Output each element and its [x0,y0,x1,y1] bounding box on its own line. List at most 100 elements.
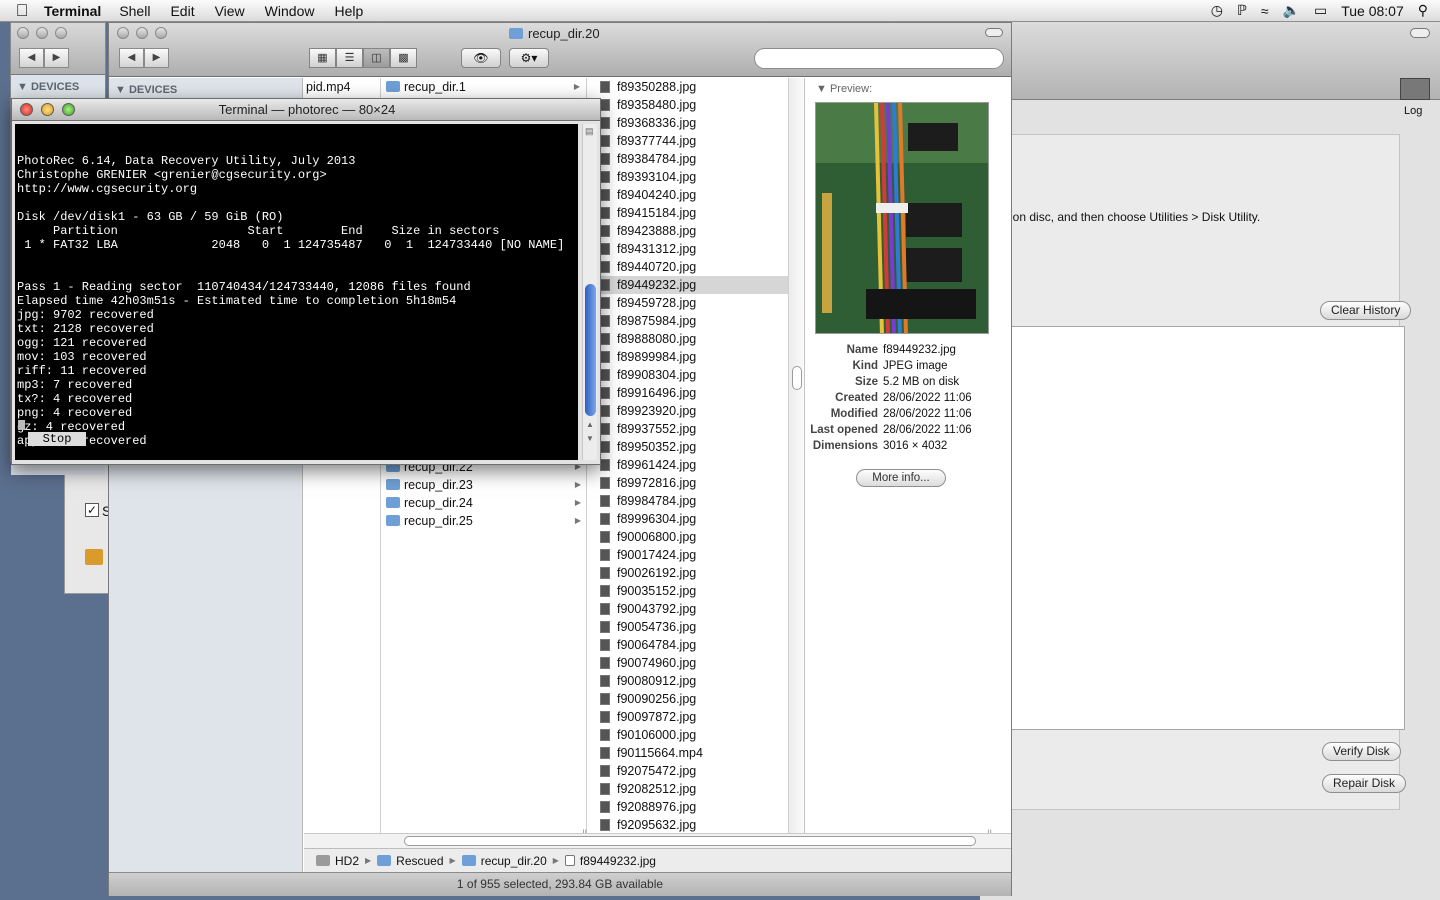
file-row[interactable]: f90054736.jpg [597,618,788,636]
file-row[interactable]: f90080912.jpg [597,672,788,690]
file-row[interactable]: f89908304.jpg [597,366,788,384]
list-item[interactable]: pid.mp4 [304,78,380,96]
file-row[interactable]: f89972816.jpg [597,474,788,492]
scroll-down-arrow[interactable]: ▼ [586,434,594,443]
disclosure-icon[interactable]: ▼ [816,83,830,95]
file-row[interactable]: f90017424.jpg [597,546,788,564]
quick-look-button[interactable]: 👁 [461,48,501,68]
file-row[interactable]: f90097872.jpg [597,708,788,726]
file-row[interactable]: f89916496.jpg [597,384,788,402]
zoom-button[interactable] [155,27,167,39]
close-button[interactable] [117,27,129,39]
file-row[interactable]: f92075472.jpg [597,762,788,780]
file-row[interactable]: f89950352.jpg [597,438,788,456]
lock-icon[interactable] [85,549,103,565]
file-row[interactable]: f90043792.jpg [597,600,788,618]
path-segment[interactable]: HD2 [316,854,359,868]
path-segment[interactable]: Rescued [377,854,444,868]
terminal-scrollbar[interactable]: ▤ ▲ ▼ [582,124,597,460]
file-row[interactable]: f90074960.jpg [597,654,788,672]
volume-icon[interactable]: 🔈 [1283,2,1300,19]
zoom-button[interactable] [55,27,67,39]
file-row[interactable]: f89404240.jpg [597,186,788,204]
scrollbar-thumb[interactable] [585,284,596,416]
folder-item[interactable]: recup_dir.1 ▶ [382,78,586,96]
path-segment[interactable]: f89449232.jpg [564,854,656,868]
file-row[interactable]: f89888080.jpg [597,330,788,348]
checkbox[interactable]: ✓ [85,503,99,517]
search-input[interactable] [754,48,1004,69]
apple-menu-icon[interactable]:  [0,0,44,22]
coverflow-view-icon[interactable]: ▩ [390,48,417,68]
file-row[interactable]: f89961424.jpg [597,456,788,474]
file-row[interactable]: f89875984.jpg [597,312,788,330]
file-row[interactable]: f92082512.jpg [597,780,788,798]
file-row[interactable]: f89350288.jpg [597,78,788,96]
close-button[interactable] [17,27,29,39]
clock[interactable]: Tue 08:07 [1341,3,1404,19]
more-info-button[interactable]: More info... [856,469,946,487]
column-view-icon[interactable]: ◫ [363,48,390,68]
spotlight-icon[interactable]: ⚲ [1418,2,1428,19]
file-row[interactable]: f89393104.jpg [597,168,788,186]
file-row[interactable]: f90026192.jpg [597,564,788,582]
file-row[interactable]: f90090256.jpg [597,690,788,708]
stop-button[interactable]: Stop [28,432,86,446]
file-row[interactable]: f89984784.jpg [597,492,788,510]
file-row[interactable]: f90115664.mp4 [597,744,788,762]
file-row[interactable]: f89440720.jpg [597,258,788,276]
file-row[interactable]: f89459728.jpg [597,294,788,312]
forward-button[interactable]: ▶ [44,48,69,68]
list-view-icon[interactable]: ☰ [336,48,363,68]
file-row[interactable]: f89423888.jpg [597,222,788,240]
menu-shell[interactable]: Shell [119,3,150,19]
file-row[interactable]: f89358480.jpg [597,96,788,114]
split-pane-icon[interactable]: ▤ [585,126,594,137]
repair-disk-button[interactable]: Repair Disk [1322,774,1407,793]
scroll-up-arrow[interactable]: ▲ [586,420,594,429]
file-row[interactable]: f90064784.jpg [597,636,788,654]
file-row[interactable]: f92095632.jpg [597,816,788,834]
bluetooth-icon[interactable]: ℙ [1237,2,1247,19]
scrollbar-thumb[interactable] [404,836,976,846]
minimize-button[interactable] [136,27,148,39]
app-menu[interactable]: Terminal [44,3,101,19]
back-button[interactable]: ◀ [119,48,144,68]
action-menu-button[interactable]: ⚙▾ [509,48,549,68]
clear-history-button[interactable]: Clear History [1320,301,1412,320]
file-row[interactable]: f89368336.jpg [597,114,788,132]
file-row[interactable]: f89415184.jpg [597,204,788,222]
file-list-scrollbar[interactable] [789,78,805,838]
file-row[interactable]: f90006800.jpg [597,528,788,546]
terminal-output[interactable]: PhotoRec 6.14, Data Recovery Utility, Ju… [15,124,578,460]
toolbar-toggle-button[interactable] [985,28,1003,37]
forward-button[interactable]: ▶ [144,48,169,68]
file-row[interactable]: f90106000.jpg [597,726,788,744]
file-row[interactable]: f89377744.jpg [597,132,788,150]
horizontal-scrollbar[interactable] [304,833,1011,848]
folder-item[interactable]: recup_dir.23 ▶ [382,476,587,494]
minimize-button[interactable] [36,27,48,39]
menu-edit[interactable]: Edit [170,3,194,19]
back-button[interactable]: ◀ [19,48,44,68]
path-segment[interactable]: recup_dir.20 [461,854,547,868]
file-row[interactable]: f89996304.jpg [597,510,788,528]
file-row[interactable]: f89431312.jpg [597,240,788,258]
file-row[interactable]: f89899984.jpg [597,348,788,366]
file-row[interactable]: f89937552.jpg [597,420,788,438]
scrollbar-thumb[interactable] [792,366,802,390]
file-row[interactable]: f89449232.jpg [597,276,788,294]
log-icon[interactable] [1400,78,1430,100]
file-row[interactable]: f89384784.jpg [597,150,788,168]
battery-icon[interactable]: ▭ [1314,2,1327,19]
folder-item[interactable]: recup_dir.25 ▶ [382,512,587,530]
toolbar-toggle-button[interactable] [1410,28,1430,38]
wifi-icon[interactable]: ≈ [1261,3,1269,19]
menu-help[interactable]: Help [334,3,363,19]
log-label[interactable]: Log [1404,105,1422,117]
menu-window[interactable]: Window [265,3,315,19]
verify-disk-button[interactable]: Verify Disk [1322,742,1401,761]
time-machine-icon[interactable]: ◷ [1211,2,1223,19]
file-row[interactable]: f90035152.jpg [597,582,788,600]
file-row[interactable]: f89923920.jpg [597,402,788,420]
